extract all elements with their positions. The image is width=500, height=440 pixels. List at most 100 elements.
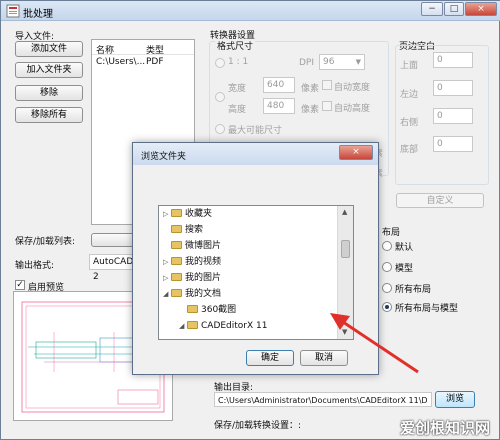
margin-top-field[interactable]: 0: [433, 52, 473, 68]
margin-right-label: 右侧: [400, 118, 419, 128]
layout-all-layouts-radio[interactable]: [382, 283, 392, 293]
dialog-title-bar: 浏览文件夹 ×: [133, 143, 378, 165]
layout-model-radio[interactable]: [382, 262, 392, 272]
close-button[interactable]: ×: [465, 2, 497, 16]
tree-item-weibo-pictures[interactable]: 微博图片: [163, 238, 221, 254]
remove-all-button[interactable]: 移除所有: [15, 107, 83, 123]
tree-item-label: CADEditorX 11: [201, 321, 268, 331]
margin-bottom-label: 底部: [400, 145, 419, 155]
margin-left-field[interactable]: 0: [433, 80, 473, 96]
table-row[interactable]: C:\Users\... PDF: [92, 56, 194, 69]
height-label: 高度: [228, 105, 247, 115]
scrollbar-thumb[interactable]: [341, 240, 350, 258]
layout-title: 布局: [382, 228, 401, 238]
format-size-title: 格式尺寸: [215, 39, 256, 52]
auto-height-label: 自动高度: [334, 104, 371, 114]
layout-default-label: 默认: [395, 243, 414, 253]
row-name: C:\Users\...: [96, 57, 146, 67]
picture-folder-icon: [171, 273, 182, 281]
layout-model-label: 模型: [395, 264, 414, 274]
height-unit: 像素: [301, 105, 320, 115]
tree-item-my-pictures[interactable]: ▷ 我的图片: [163, 270, 221, 286]
window-title: 批处理: [23, 9, 53, 20]
height-field[interactable]: 480: [263, 98, 295, 114]
width-label: 宽度: [228, 84, 247, 94]
maximize-button[interactable]: □: [444, 2, 464, 16]
browse-folder-dialog: 浏览文件夹 × ▷ 收藏夹 搜索 微博图片 ▷ 我的视频 ▷ 我的图片 ◢ 我的文档 3…: [132, 142, 379, 375]
minimize-button[interactable]: −: [421, 2, 443, 16]
folder-icon: [187, 321, 198, 329]
expand-icon[interactable]: ▷: [163, 206, 171, 222]
save-load-list-label: 保存/加载列表:: [15, 237, 76, 247]
tree-item-favorites[interactable]: ▷ 收藏夹: [163, 206, 212, 222]
ok-button[interactable]: 确定: [246, 350, 294, 366]
tree-item-label: 我的文档: [185, 289, 222, 299]
tree-item-label: 我的视频: [185, 257, 222, 267]
layout-default-radio[interactable]: [382, 241, 392, 251]
auto-width-checkbox[interactable]: [322, 80, 332, 90]
tree-item-my-documents[interactable]: ◢ 我的文档: [163, 286, 221, 302]
output-format-label: 输出格式:: [15, 261, 55, 271]
margin-left-label: 左边: [400, 90, 419, 100]
auto-width-label: 自动宽度: [334, 83, 371, 93]
tree-item-360-screenshots[interactable]: 360截图: [179, 302, 236, 318]
ratio-label: 1 : 1: [228, 57, 249, 67]
margin-bottom-field[interactable]: 0: [433, 136, 473, 152]
documents-folder-icon: [171, 289, 182, 297]
layout-all-layouts-label: 所有布局: [395, 285, 432, 295]
tree-item-label: 360截图: [201, 305, 237, 315]
watermark: 爱创根知识网: [399, 419, 490, 437]
max-size-radio[interactable]: [215, 124, 225, 134]
expand-icon[interactable]: ◢: [163, 286, 171, 302]
dialog-description: [134, 165, 377, 201]
remove-button[interactable]: 移除: [15, 85, 83, 101]
title-bar: 批处理 − □ ×: [1, 1, 500, 21]
margin-right-field[interactable]: 0: [433, 108, 473, 124]
tree-item-label: 搜索: [185, 225, 204, 235]
max-size-label: 最大可能尺寸: [228, 126, 283, 136]
dropdown-arrow-icon: ▼: [355, 58, 361, 66]
app-icon: [6, 4, 20, 18]
expand-icon[interactable]: ▷: [163, 254, 171, 270]
dpi-value: 96: [323, 57, 335, 67]
folder-icon: [187, 305, 198, 313]
save-load-settings-label: 保存/加载转换设置：:: [214, 421, 302, 431]
tree-item-label: 收藏夹: [185, 209, 213, 219]
header-divider: [92, 54, 194, 55]
add-folder-button[interactable]: 加入文件夹: [15, 62, 83, 78]
width-field[interactable]: 640: [263, 77, 295, 93]
folder-icon: [171, 241, 182, 249]
dpi-select[interactable]: 96 ▼: [319, 54, 365, 70]
ratio-radio[interactable]: [215, 58, 225, 68]
expand-icon[interactable]: ▷: [163, 270, 171, 286]
width-unit: 像素: [301, 84, 320, 94]
layout-all-and-model-label: 所有布局与模型: [395, 304, 459, 314]
auto-height-checkbox[interactable]: [322, 101, 332, 111]
dialog-close-button[interactable]: ×: [339, 145, 373, 160]
margin-top-label: 上面: [400, 61, 419, 71]
output-dir-field[interactable]: C:\Users\Administrator\Documents\CADEdit…: [214, 392, 432, 407]
scroll-down-icon[interactable]: ▼: [342, 328, 347, 336]
search-folder-icon: [171, 225, 182, 233]
browse-button[interactable]: 浏览: [435, 391, 475, 408]
dpi-label: DPI: [299, 58, 315, 68]
layout-all-and-model-radio[interactable]: [382, 302, 392, 312]
tree-item-label: 微博图片: [185, 241, 222, 251]
cancel-button[interactable]: 取消: [300, 350, 348, 366]
video-folder-icon: [171, 257, 182, 265]
tree-item-cadeditorx-11[interactable]: ◢ CADEditorX 11: [179, 318, 268, 334]
tree-scrollbar[interactable]: ▲ ▼: [337, 206, 353, 339]
add-file-button[interactable]: 添加文件: [15, 41, 83, 57]
row-type: PDF: [146, 57, 164, 67]
star-folder-icon: [171, 209, 182, 217]
save-load-list-button[interactable]: [91, 233, 137, 247]
tree-item-search[interactable]: 搜索: [163, 222, 203, 238]
custom-button[interactable]: 自定义: [396, 193, 484, 208]
scroll-up-icon[interactable]: ▲: [342, 208, 347, 216]
output-format-select[interactable]: AutoCAD 2: [89, 254, 135, 282]
expand-icon[interactable]: ◢: [179, 318, 187, 334]
enable-preview-checkbox[interactable]: ✓: [15, 280, 25, 290]
folder-tree[interactable]: ▷ 收藏夹 搜索 微博图片 ▷ 我的视频 ▷ 我的图片 ◢ 我的文档 360截图 ◢ CA…: [158, 205, 354, 340]
tree-item-my-videos[interactable]: ▷ 我的视频: [163, 254, 221, 270]
custom-size-radio[interactable]: [215, 92, 225, 102]
